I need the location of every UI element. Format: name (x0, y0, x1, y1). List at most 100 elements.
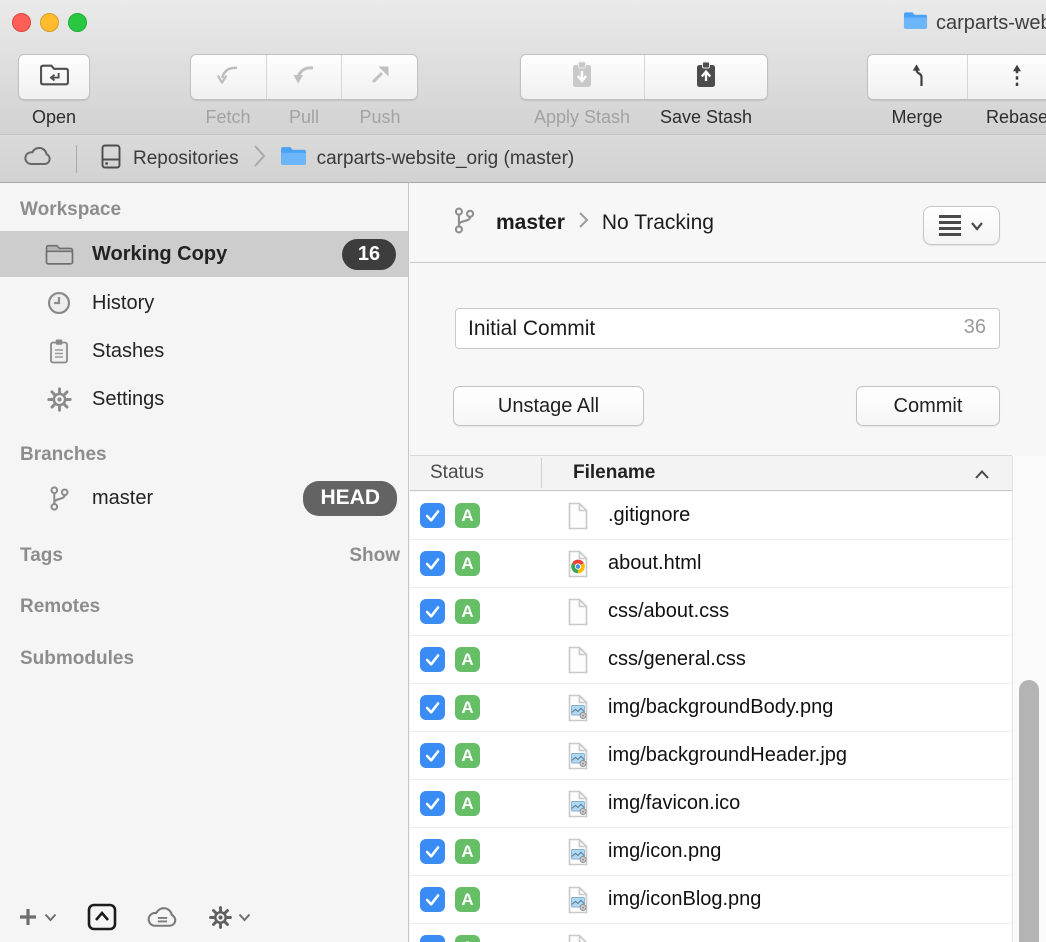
cloud-sync-icon[interactable] (145, 905, 180, 929)
git-branch-icon (44, 485, 74, 512)
status-badge-added: A (455, 791, 480, 816)
sidebar-bottom-toolbar (16, 900, 251, 934)
table-row: A about.html (410, 540, 1012, 588)
staged-checkbox[interactable] (420, 791, 445, 816)
push-label: Push (342, 107, 418, 128)
toolbar-group-merge: Merge Rebase (867, 54, 1046, 128)
pull-icon (291, 63, 317, 92)
staged-checkbox[interactable] (420, 551, 445, 576)
staged-checkbox[interactable] (420, 887, 445, 912)
filename-label: img/favicon.ico (608, 792, 740, 815)
save-stash-icon (693, 61, 719, 94)
show-in-finder-icon[interactable] (87, 903, 117, 931)
add-button[interactable] (16, 905, 57, 929)
sidebar: Workspace Working Copy 16 History Stashe… (0, 183, 409, 942)
sidebar-section-branches: Branches (20, 444, 107, 466)
scrollbar-thumb[interactable] (1019, 680, 1039, 942)
chevron-right-icon (253, 143, 266, 174)
commit-button[interactable]: Commit (856, 386, 1000, 426)
staged-checkbox[interactable] (420, 935, 445, 942)
filename-label: img/iconBlog.png (608, 888, 761, 911)
close-window-button[interactable] (12, 13, 31, 32)
sidebar-section-remotes[interactable]: Remotes (20, 596, 100, 618)
current-branch-label: master (496, 211, 565, 235)
sidebar-item-working-copy[interactable]: Working Copy 16 (0, 231, 408, 277)
save-stash-button[interactable] (644, 55, 768, 99)
repositories-icon (99, 143, 123, 175)
git-branch-icon (451, 206, 478, 240)
clock-icon (44, 290, 74, 316)
open-button[interactable] (19, 55, 89, 99)
staged-checkbox[interactable] (420, 695, 445, 720)
chevron-down-icon (970, 221, 984, 231)
status-badge-added: A (455, 647, 480, 672)
toolbar-group-stash: Apply Stash Save Stash (520, 54, 768, 128)
sidebar-section-workspace: Workspace (20, 199, 121, 221)
staged-checkbox[interactable] (420, 839, 445, 864)
status-badge-added: A (455, 503, 480, 528)
sidebar-item-label: Settings (92, 388, 164, 411)
sidebar-section-submodules[interactable]: Submodules (20, 648, 134, 670)
merge-icon (905, 62, 929, 93)
rebase-label: Rebase (967, 107, 1046, 128)
file-icon (567, 598, 589, 631)
folder-icon (903, 11, 928, 36)
sidebar-item-settings[interactable]: Settings (0, 376, 408, 422)
status-badge-added: A (455, 599, 480, 624)
sidebar-item-branch-master[interactable]: master HEAD (0, 475, 408, 521)
fetch-label: Fetch (190, 107, 266, 128)
status-badge-added: A (455, 551, 480, 576)
sidebar-section-tags-row[interactable]: Tags Show (0, 533, 408, 579)
apply-stash-label: Apply Stash (520, 107, 644, 128)
staged-checkbox[interactable] (420, 599, 445, 624)
sidebar-item-label: Working Copy (92, 243, 227, 266)
column-divider[interactable] (541, 458, 542, 488)
folder-icon (44, 243, 74, 266)
file-icon (567, 838, 589, 871)
gear-icon (44, 386, 74, 413)
minimize-window-button[interactable] (40, 13, 59, 32)
tags-show-button[interactable]: Show (349, 545, 400, 567)
push-icon (367, 63, 392, 92)
fetch-icon (215, 63, 241, 92)
unstage-all-button[interactable]: Unstage All (453, 386, 644, 426)
settings-gear-button[interactable] (208, 905, 251, 930)
filename-label: img/backgroundHeader.jpg (608, 744, 847, 767)
file-icon (567, 790, 589, 823)
sort-ascending-icon[interactable] (974, 467, 990, 485)
column-header-status[interactable]: Status (430, 462, 484, 484)
rebase-button[interactable] (967, 55, 1046, 99)
breadcrumb-current-repo[interactable]: carparts-website_orig (master) (317, 148, 575, 170)
scrollbar-track[interactable] (1012, 456, 1046, 942)
commit-message-input[interactable] (455, 308, 1000, 349)
file-table-header: Status Filename (410, 455, 1012, 491)
rebase-icon (1005, 62, 1029, 93)
commit-char-count: 36 (964, 316, 986, 339)
view-options-button[interactable] (923, 206, 1000, 245)
staged-checkbox[interactable] (420, 743, 445, 768)
file-icon (567, 742, 589, 775)
file-icon (567, 502, 589, 535)
zoom-window-button[interactable] (68, 13, 87, 32)
apply-stash-button[interactable] (521, 55, 644, 99)
branch-status-bar: master No Tracking (410, 183, 1046, 263)
sidebar-section-tags: Tags (20, 545, 63, 567)
filename-label: img/icon.png (608, 840, 721, 863)
status-badge-added: A (455, 839, 480, 864)
fetch-button[interactable] (191, 55, 266, 99)
cloud-icon[interactable] (22, 145, 54, 172)
column-header-filename[interactable]: Filename (573, 462, 655, 484)
breadcrumb-repositories[interactable]: Repositories (133, 148, 239, 170)
status-badge-added: A (455, 743, 480, 768)
sidebar-item-label: master (92, 487, 153, 510)
sidebar-item-stashes[interactable]: Stashes (0, 328, 408, 374)
staged-checkbox[interactable] (420, 647, 445, 672)
push-button[interactable] (341, 55, 417, 99)
staged-checkbox[interactable] (420, 503, 445, 528)
chevron-right-icon (578, 211, 589, 234)
sidebar-item-history[interactable]: History (0, 280, 408, 326)
pull-button[interactable] (266, 55, 342, 99)
save-stash-label: Save Stash (644, 107, 768, 128)
traffic-lights (12, 13, 87, 32)
merge-button[interactable] (868, 55, 967, 99)
